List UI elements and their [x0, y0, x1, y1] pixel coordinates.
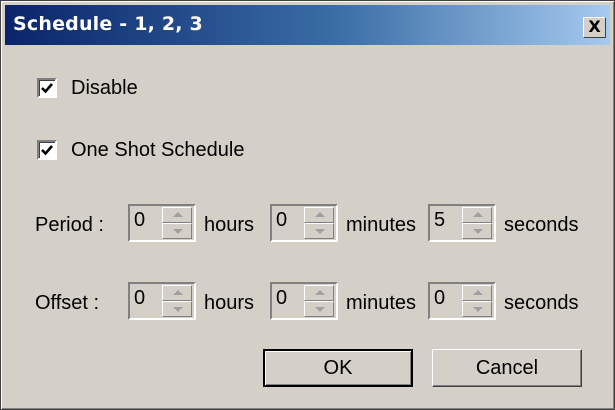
- checkmark-icon: [41, 83, 53, 94]
- offset-hours-spinner[interactable]: 0: [128, 282, 196, 320]
- arrow-up-icon: [473, 212, 483, 217]
- one-shot-label[interactable]: One Shot Schedule: [71, 139, 244, 162]
- spin-down-button[interactable]: [304, 223, 334, 239]
- arrow-up-icon: [173, 212, 183, 217]
- period-minutes-value[interactable]: 0: [276, 209, 287, 232]
- window-title: Schedule - 1, 2, 3: [13, 13, 203, 35]
- period-hours-spinner[interactable]: 0: [128, 204, 196, 242]
- period-minutes-unit: minutes: [346, 214, 417, 236]
- title-bar[interactable]: Schedule - 1, 2, 3 X: [5, 5, 610, 45]
- arrow-up-icon: [473, 290, 483, 295]
- period-minutes-spinner[interactable]: 0: [270, 204, 338, 242]
- period-hours-value[interactable]: 0: [134, 209, 145, 232]
- cancel-button[interactable]: Cancel: [432, 349, 582, 387]
- arrow-down-icon: [473, 229, 483, 234]
- offset-minutes-unit: minutes: [346, 292, 417, 314]
- spin-down-button[interactable]: [162, 301, 192, 317]
- spin-up-button[interactable]: [162, 285, 192, 301]
- arrow-down-icon: [473, 307, 483, 312]
- disable-label[interactable]: Disable: [71, 77, 138, 100]
- offset-hours-unit: hours: [204, 292, 255, 314]
- schedule-dialog: Schedule - 1, 2, 3 X Disable One Shot Sc…: [0, 0, 615, 410]
- arrow-down-icon: [315, 229, 325, 234]
- offset-seconds-unit: seconds: [504, 292, 579, 314]
- offset-hours-value[interactable]: 0: [134, 287, 145, 310]
- spin-up-button[interactable]: [162, 207, 192, 223]
- spin-up-button[interactable]: [304, 285, 334, 301]
- ok-button[interactable]: OK: [263, 349, 413, 387]
- arrow-down-icon: [315, 307, 325, 312]
- spin-down-button[interactable]: [462, 301, 492, 317]
- offset-minutes-value[interactable]: 0: [276, 287, 287, 310]
- offset-minutes-spinner[interactable]: 0: [270, 282, 338, 320]
- arrow-up-icon: [315, 290, 325, 295]
- spin-down-button[interactable]: [462, 223, 492, 239]
- period-seconds-unit: seconds: [504, 214, 579, 236]
- offset-seconds-value[interactable]: 0: [434, 287, 445, 310]
- close-button[interactable]: X: [583, 17, 606, 38]
- arrow-down-icon: [173, 229, 183, 234]
- period-seconds-value[interactable]: 5: [434, 209, 445, 232]
- offset-seconds-spinner[interactable]: 0: [428, 282, 496, 320]
- spin-up-button[interactable]: [304, 207, 334, 223]
- spin-up-button[interactable]: [462, 285, 492, 301]
- arrow-up-icon: [173, 290, 183, 295]
- spin-up-button[interactable]: [462, 207, 492, 223]
- offset-label: Offset :: [35, 292, 100, 314]
- period-label: Period :: [35, 214, 104, 236]
- disable-checkbox[interactable]: [37, 78, 57, 98]
- spin-down-button[interactable]: [304, 301, 334, 317]
- checkmark-icon: [41, 145, 53, 156]
- arrow-up-icon: [315, 212, 325, 217]
- spin-down-button[interactable]: [162, 223, 192, 239]
- one-shot-checkbox[interactable]: [37, 140, 57, 160]
- period-seconds-spinner[interactable]: 5: [428, 204, 496, 242]
- period-hours-unit: hours: [204, 214, 255, 236]
- arrow-down-icon: [173, 307, 183, 312]
- close-icon: X: [588, 17, 601, 36]
